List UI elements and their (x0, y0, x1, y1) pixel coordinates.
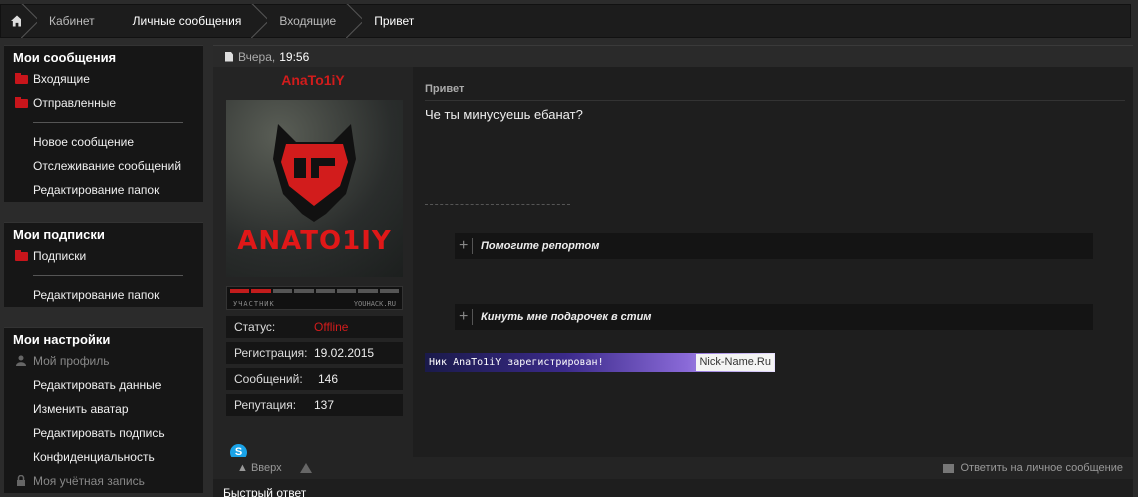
hellraisers-logo-icon (273, 124, 356, 222)
breadcrumb-messages[interactable]: Личные сообщения (117, 4, 264, 38)
stat-reputation: Репутация: 137 (226, 394, 403, 416)
message-footer: ▲ Вверх Ответить на личное сообщение (213, 457, 1133, 479)
message-title: Привет (425, 83, 465, 95)
rank-label: УЧАСТНИК (233, 300, 275, 308)
sidebar-item-edit-data[interactable]: Редактировать данные (4, 373, 203, 397)
rank-segment (251, 289, 271, 293)
document-icon (225, 51, 233, 62)
divider (425, 100, 1125, 101)
sidebar-item-label: Моя учётная запись (33, 474, 145, 488)
spoiler-label: Кинуть мне подарочек в стим (481, 311, 652, 323)
message-header: Вчера, 19:56 (213, 45, 1133, 67)
breadcrumb-messages-label: Личные сообщения (132, 14, 242, 28)
rank-segment (358, 289, 378, 293)
rank-segment (230, 289, 250, 293)
user-info: AnaTo1iY ANATO1IY УЧАСТНИК YOUHACK.RU Ст… (213, 67, 413, 461)
sidebar-item-label: Входящие (33, 72, 90, 86)
divider (33, 122, 183, 123)
sidebar-item-tracking[interactable]: Отслеживание сообщений (4, 154, 203, 178)
sidebar-settings-title: Мои настройки (13, 332, 111, 347)
breadcrumb-inbox[interactable]: Входящие (263, 4, 358, 38)
sidebar-messages-title: Мои сообщения (13, 50, 117, 65)
nick-banner[interactable]: Ник AnaTo1iY зарегистрирован! Nick-Name.… (425, 353, 775, 372)
breadcrumb-current: Привет (374, 14, 415, 28)
rank-segment (336, 289, 357, 293)
quick-reply-title: Быстрый ответ (223, 486, 307, 497)
sidebar-item-inbox[interactable]: Входящие (4, 67, 203, 91)
stat-status: Статус: Offline (226, 316, 403, 338)
rank-segment (294, 289, 314, 293)
folder-icon (15, 97, 28, 108)
reply-icon (943, 463, 955, 473)
stat-value: 19.02.2015 (314, 346, 375, 360)
spoiler-label: Помогите репортом (481, 240, 600, 252)
avatar[interactable]: ANATO1IY (226, 100, 403, 277)
rank-segment (315, 289, 335, 293)
sidebar-subscriptions-title: Мои подписки (13, 227, 105, 242)
folder-icon (15, 73, 28, 84)
warning-icon[interactable] (299, 463, 312, 473)
stat-key: Статус: (234, 320, 276, 334)
sidebar-item-account[interactable]: Моя учётная запись (4, 469, 203, 493)
sidebar-item-edit-signature[interactable]: Редактировать подпись (4, 421, 203, 445)
sidebar-item-edit-folders[interactable]: Редактирование папок (4, 178, 203, 202)
breadcrumb-inbox-label: Входящие (279, 14, 337, 28)
breadcrumb-home[interactable] (1, 4, 33, 38)
sidebar-messages: Мои сообщения Входящие Отправленные Ново… (4, 45, 203, 202)
rank-site: YOUHACK.RU (353, 300, 396, 308)
plus-icon: + (459, 309, 473, 325)
message-body: Че ты минусуешь ебанат? (425, 107, 583, 122)
sidebar-item-label: Мой профиль (33, 354, 110, 368)
message-time: 19:56 (279, 49, 310, 64)
stat-value: 137 (314, 398, 335, 412)
rank-bar: УЧАСТНИК YOUHACK.RU (226, 286, 403, 310)
stat-key: Репутация: (234, 398, 297, 412)
sidebar-item-label: Подписки (33, 249, 87, 263)
nick-banner-site: Nick-Name.Ru (696, 354, 774, 371)
scroll-up-link[interactable]: ▲ Вверх (237, 462, 282, 474)
spoiler-report[interactable]: + Помогите репортом (455, 233, 1093, 259)
user-icon (16, 355, 26, 366)
sidebar-settings: Мои настройки Мой профиль Редактировать … (4, 327, 203, 493)
breadcrumb: Кабинет Личные сообщения Входящие Привет (0, 4, 1131, 38)
sidebar-item-profile[interactable]: Мой профиль (4, 349, 203, 373)
avatar-text: ANATO1IY (237, 226, 392, 256)
lock-icon (17, 475, 25, 486)
sidebar-item-edit-sub-folders[interactable]: Редактирование папок (4, 283, 203, 307)
sidebar-item-sent[interactable]: Отправленные (4, 91, 203, 115)
sidebar-item-new-message[interactable]: Новое сообщение (4, 130, 203, 154)
username[interactable]: AnaTo1iY (213, 72, 413, 94)
stat-registration: Регистрация: 19.02.2015 (226, 342, 403, 364)
divider (33, 275, 183, 276)
stat-messages: Сообщений: 146 (226, 368, 403, 390)
nick-banner-text: Ник AnaTo1iY зарегистрирован! (429, 357, 604, 368)
sidebar: Мои сообщения Входящие Отправленные Ново… (4, 45, 203, 497)
plus-icon: + (459, 238, 473, 254)
signature-divider (425, 204, 570, 205)
stat-key: Сообщений: (234, 372, 303, 386)
breadcrumb-cabinet[interactable]: Кабинет (33, 4, 117, 38)
sidebar-item-label: Отправленные (33, 96, 117, 110)
message-content: Привет Че ты минусуешь ебанат? + Помогит… (413, 67, 1133, 457)
sidebar-item-subscriptions[interactable]: Подписки (4, 244, 203, 268)
message-date: Вчера, (238, 49, 276, 64)
stat-value: Offline (314, 320, 349, 334)
stat-key: Регистрация: (234, 346, 308, 360)
rank-segment (272, 289, 293, 293)
spoiler-gift[interactable]: + Кинуть мне подарочек в стим (455, 304, 1093, 330)
sidebar-item-change-avatar[interactable]: Изменить аватар (4, 397, 203, 421)
folder-icon (15, 250, 28, 261)
sidebar-subscriptions: Мои подписки Подписки Редактирование пап… (4, 222, 203, 307)
stat-value: 146 (318, 372, 339, 386)
reply-label: Ответить на личное сообщение (960, 462, 1123, 474)
message-panel: Вчера, 19:56 AnaTo1iY ANATO1IY УЧАСТНИК … (213, 45, 1133, 497)
rank-segment (379, 289, 399, 293)
sidebar-item-privacy[interactable]: Конфиденциальность (4, 445, 203, 469)
reply-link[interactable]: Ответить на личное сообщение (943, 462, 1123, 474)
